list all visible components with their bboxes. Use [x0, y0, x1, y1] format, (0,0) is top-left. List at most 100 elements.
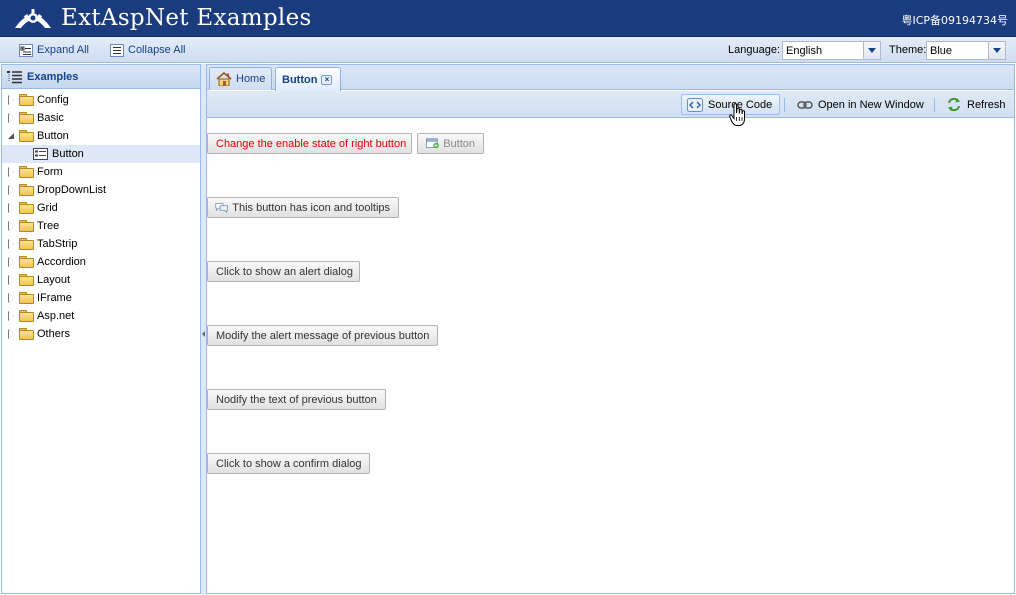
- collapsed-arrow-icon[interactable]: [7, 293, 17, 303]
- tree-item-label: Grid: [37, 202, 58, 214]
- chevron-down-icon[interactable]: [988, 42, 1005, 59]
- theme-value: Blue: [930, 45, 953, 57]
- collapsed-arrow-icon[interactable]: [7, 329, 17, 339]
- expand-all-button[interactable]: Expand All: [19, 41, 89, 59]
- link-icon: [797, 100, 813, 109]
- icon-tooltip-button-label: This button has icon and tooltips: [232, 201, 390, 214]
- examples-panel-title: Examples: [27, 70, 79, 83]
- speech-bubble-icon: [215, 202, 228, 213]
- source-code-icon: [687, 97, 703, 112]
- tree-item-label: Basic: [37, 112, 64, 124]
- tree-item-button[interactable]: Button: [2, 145, 200, 163]
- language-value: English: [786, 45, 823, 57]
- disabled-demo-button-label: Button: [443, 137, 475, 150]
- tree-item-label: DropDownList: [37, 184, 107, 196]
- tree-list-icon: [7, 70, 22, 83]
- show-alert-button[interactable]: Click to show an alert dialog: [207, 261, 360, 282]
- refresh-button[interactable]: Refresh: [941, 94, 1011, 115]
- expanded-arrow-icon[interactable]: [7, 131, 17, 141]
- tree-item-grid[interactable]: Grid: [2, 199, 200, 217]
- collapsed-arrow-icon[interactable]: [7, 239, 17, 249]
- tab-strip: Home Button ×: [207, 65, 1014, 91]
- theme-select[interactable]: Blue: [926, 41, 1006, 60]
- collapsed-arrow-icon[interactable]: [7, 221, 17, 231]
- tree-item-label: Form: [37, 166, 63, 178]
- window-add-icon: [426, 138, 439, 149]
- modify-alert-message-button[interactable]: Modify the alert message of previous but…: [207, 325, 438, 346]
- tree-item-label: TabStrip: [37, 238, 78, 250]
- collapsed-arrow-icon[interactable]: [7, 113, 17, 123]
- collapse-arrow-icon[interactable]: [202, 331, 205, 337]
- collapsed-arrow-icon[interactable]: [7, 203, 17, 213]
- app-header: ExtAspNet Examples 粤ICP备09194734号: [0, 0, 1016, 37]
- tree-item-accordion[interactable]: Accordion: [2, 253, 200, 271]
- examples-panel-header: Examples: [2, 65, 200, 89]
- folder-icon: [19, 256, 34, 268]
- tree-item-layout[interactable]: Layout: [2, 271, 200, 289]
- tree-item-label: IFrame: [37, 292, 72, 304]
- toolbar-separator: [934, 98, 935, 112]
- close-icon[interactable]: ×: [321, 74, 333, 85]
- collapsed-arrow-icon[interactable]: [7, 311, 17, 321]
- tree-item-label: Config: [37, 94, 69, 106]
- folder-icon: [19, 112, 34, 124]
- theme-label: Theme:: [889, 44, 927, 56]
- tree-item-tabstrip[interactable]: TabStrip: [2, 235, 200, 253]
- tree-item-dropdownlist[interactable]: DropDownList: [2, 181, 200, 199]
- chevron-down-icon[interactable]: [863, 42, 880, 59]
- refresh-label: Refresh: [967, 98, 1006, 111]
- icp-number: 粤ICP备09194734号: [901, 14, 1008, 27]
- tree-item-form[interactable]: Form: [2, 163, 200, 181]
- examples-tree: Config Basic Button Button Form DropDownList G…: [2, 89, 200, 343]
- tab-button[interactable]: Button ×: [275, 67, 341, 91]
- tree-item-config[interactable]: Config: [2, 91, 200, 109]
- top-toolbar: Expand All Collapse All Language: Englis…: [0, 37, 1016, 63]
- open-new-window-button[interactable]: Open in New Window: [792, 94, 929, 115]
- collapsed-arrow-icon[interactable]: [7, 167, 17, 177]
- collapse-all-button[interactable]: Collapse All: [110, 41, 185, 59]
- tree-item-iframe[interactable]: IFrame: [2, 289, 200, 307]
- tree-item-button[interactable]: Button: [2, 127, 200, 145]
- collapsed-arrow-icon[interactable]: [7, 275, 17, 285]
- folder-icon: [19, 310, 34, 322]
- tree-item-tree[interactable]: Tree: [2, 217, 200, 235]
- tree-item-label: Layout: [37, 274, 71, 286]
- tree-item-others[interactable]: Others: [2, 325, 200, 343]
- collapsed-arrow-icon[interactable]: [7, 185, 17, 195]
- tab-button-label: Button: [282, 73, 318, 86]
- tab-home[interactable]: Home: [209, 67, 273, 90]
- collapsed-arrow-icon[interactable]: [7, 257, 17, 267]
- folder-icon: [19, 292, 34, 304]
- collapse-all-label: Collapse All: [128, 44, 186, 56]
- tree-item-label: Asp.net: [37, 310, 75, 322]
- hand-cursor-icon: [729, 103, 745, 126]
- show-confirm-button[interactable]: Click to show a confirm dialog: [207, 453, 370, 474]
- folder-icon: [19, 166, 34, 178]
- modify-text-button[interactable]: Nodify the text of previous button: [207, 389, 386, 410]
- folder-icon: [19, 94, 34, 106]
- folder-icon: [19, 130, 34, 142]
- examples-panel: Examples Config Basic Button Button Form Drop…: [1, 64, 201, 594]
- main-panel: Home Button × Source Code Open in New Wi…: [206, 64, 1015, 594]
- refresh-icon: [948, 97, 960, 112]
- change-enable-state-button[interactable]: Change the enable state of right button: [207, 133, 412, 154]
- collapsed-arrow-icon[interactable]: [7, 95, 17, 105]
- folder-icon: [19, 274, 34, 286]
- form-page-icon: [33, 148, 48, 160]
- tree-item-label: Others: [37, 328, 71, 340]
- toolbar-separator: [784, 98, 785, 112]
- content-toolbar: Source Code Open in New Window Refresh: [207, 91, 1014, 118]
- tree-item-basic[interactable]: Basic: [2, 109, 200, 127]
- language-label: Language:: [728, 44, 780, 56]
- tree-item-label: Tree: [37, 220, 60, 232]
- folder-icon: [19, 220, 34, 232]
- tab-home-label: Home: [236, 73, 266, 85]
- folder-icon: [19, 238, 34, 250]
- collapse-all-icon: [110, 43, 124, 57]
- icon-tooltip-button[interactable]: This button has icon and tooltips: [207, 197, 399, 218]
- tree-item-asp-net[interactable]: Asp.net: [2, 307, 200, 325]
- language-select[interactable]: English: [782, 41, 881, 60]
- app-title: ExtAspNet Examples: [61, 5, 312, 31]
- home-icon: [216, 72, 232, 86]
- disabled-demo-button[interactable]: Button: [417, 133, 484, 154]
